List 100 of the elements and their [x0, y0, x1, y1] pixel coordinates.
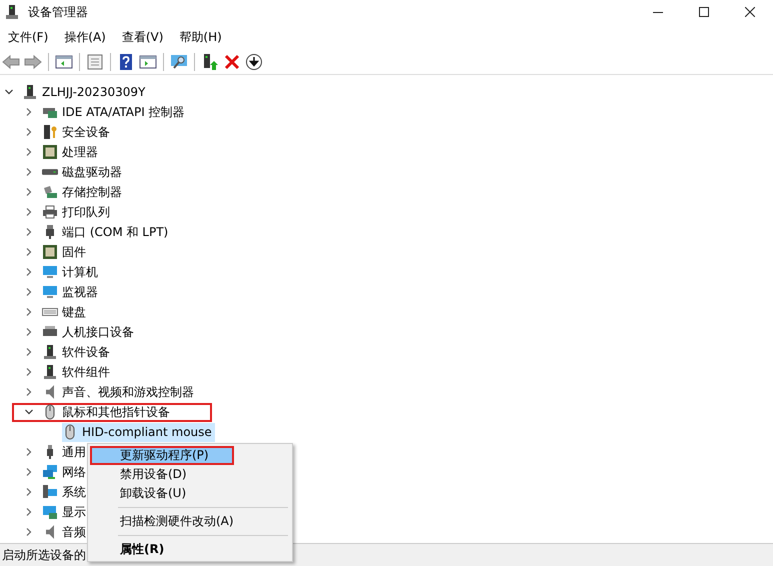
expand-chevron-icon[interactable]	[24, 467, 34, 477]
tree-item[interactable]: 计算机	[42, 262, 101, 282]
tree-item[interactable]: 鼠标和其他指针设备	[12, 402, 212, 422]
window-pane-icon[interactable]	[55, 53, 73, 71]
tree-item-label: 磁盘驱动器	[62, 164, 122, 180]
expand-chevron-icon[interactable]	[24, 307, 34, 317]
help-icon[interactable]	[117, 53, 135, 71]
tree-item[interactable]: 系统	[42, 482, 89, 502]
expand-chevron-icon[interactable]	[24, 347, 34, 357]
tree-item[interactable]: 显示	[42, 502, 89, 522]
window-title: 设备管理器	[28, 4, 88, 20]
expand-chevron-icon[interactable]	[24, 167, 34, 177]
tree-item[interactable]: 磁盘驱动器	[42, 162, 125, 182]
collapse-chevron-icon[interactable]	[4, 87, 14, 97]
tree-item[interactable]: 端口 (COM 和 LPT)	[42, 222, 172, 242]
tree-item-label: 键盘	[62, 304, 86, 320]
status-text: 启动所选设备的	[2, 546, 86, 564]
menu-item[interactable]: 帮助(H)	[173, 26, 228, 48]
tree-item[interactable]: 声音、视频和游戏控制器	[42, 382, 197, 402]
expand-chevron-icon[interactable]	[24, 527, 34, 537]
speaker-icon	[46, 385, 54, 399]
computer-tower-icon	[22, 84, 38, 100]
tree-item-label: 显示	[62, 504, 86, 520]
expand-chevron-icon[interactable]	[24, 187, 34, 197]
network-icon	[42, 464, 58, 480]
speaker-icon	[46, 525, 54, 539]
tree-item[interactable]: HID-compliant mouse	[62, 422, 215, 442]
back-arrow-icon[interactable]	[2, 53, 20, 71]
expand-chevron-icon[interactable]	[24, 127, 34, 137]
tree-item-label: 监视器	[62, 284, 98, 300]
tree-item[interactable]: ZLHJJ-20230309Y	[22, 82, 148, 102]
tree-item[interactable]: 键盘	[42, 302, 89, 322]
forward-arrow-icon[interactable]	[24, 53, 42, 71]
tree-item-label: 软件组件	[62, 364, 110, 380]
tree-item[interactable]: 监视器	[42, 282, 101, 302]
collapse-chevron-icon[interactable]	[24, 407, 34, 417]
tree-item-label: 鼠标和其他指针设备	[62, 404, 170, 420]
device-update-icon[interactable]	[201, 53, 219, 71]
expand-chevron-icon[interactable]	[24, 287, 34, 297]
tree-item-label: IDE ATA/ATAPI 控制器	[62, 104, 185, 120]
tree-item[interactable]: 固件	[42, 242, 89, 262]
tree-item-label: ZLHJJ-20230309Y	[42, 85, 146, 99]
context-menu-item[interactable]: 属性(R)	[90, 540, 290, 559]
storage-controller-icon	[42, 184, 58, 200]
expand-chevron-icon[interactable]	[24, 447, 34, 457]
properties-sheet-icon[interactable]	[86, 53, 104, 71]
computer-monitor-icon	[42, 484, 58, 500]
delete-icon[interactable]	[223, 53, 241, 71]
context-menu-item[interactable]: 禁用设备(D)	[90, 465, 290, 484]
keyboard-icon	[42, 308, 58, 316]
disk-drive-icon	[42, 169, 58, 175]
tree-item[interactable]: 软件设备	[42, 342, 113, 362]
tree-item-label: 端口 (COM 和 LPT)	[62, 224, 168, 240]
tree-item[interactable]: 网络	[42, 462, 89, 482]
tree-item[interactable]: 存储控制器	[42, 182, 125, 202]
expand-chevron-icon[interactable]	[24, 227, 34, 237]
tree-item-label: 处理器	[62, 144, 98, 160]
expand-chevron-icon[interactable]	[24, 487, 34, 497]
expand-chevron-icon[interactable]	[24, 207, 34, 217]
tree-item[interactable]: IDE ATA/ATAPI 控制器	[42, 102, 188, 122]
key-icon	[42, 124, 58, 140]
context-menu-item[interactable]: 扫描检测硬件改动(A)	[90, 512, 290, 531]
expand-chevron-icon[interactable]	[24, 387, 34, 397]
chip-icon	[42, 144, 58, 160]
tree-item-label: 网络	[62, 464, 86, 480]
tree-item-label: 软件设备	[62, 344, 110, 360]
tree-item-label: 存储控制器	[62, 184, 122, 200]
expand-chevron-icon[interactable]	[24, 247, 34, 257]
tree-item[interactable]: 人机接口设备	[42, 322, 137, 342]
tree-item-label: 计算机	[62, 264, 98, 280]
display-card-icon	[42, 504, 58, 520]
tree-item-label: 音频	[62, 524, 86, 540]
tree-item[interactable]: 通用	[42, 442, 89, 462]
computer-tower-icon	[4, 4, 20, 20]
expand-chevron-icon[interactable]	[24, 507, 34, 517]
menu-item[interactable]: 操作(A)	[58, 26, 112, 48]
window-pane-icon[interactable]	[139, 53, 157, 71]
expand-chevron-icon[interactable]	[24, 107, 34, 117]
scan-monitor-icon[interactable]	[170, 53, 188, 71]
tree-item[interactable]: 处理器	[42, 142, 101, 162]
tree-item[interactable]: 软件组件	[42, 362, 113, 382]
expand-chevron-icon[interactable]	[24, 367, 34, 377]
expand-chevron-icon[interactable]	[24, 327, 34, 337]
tree-item[interactable]: 打印队列	[42, 202, 113, 222]
context-menu-item[interactable]: 更新驱动程序(P)	[90, 446, 234, 465]
printer-icon	[42, 204, 58, 220]
computer-tower-icon	[42, 364, 58, 380]
tree-item[interactable]: 安全设备	[42, 122, 113, 142]
tree-item-label: 系统	[62, 484, 86, 500]
tree-item[interactable]: 音频	[42, 522, 89, 542]
download-circle-icon[interactable]	[245, 53, 263, 71]
menu-item[interactable]: 文件(F)	[2, 26, 54, 48]
tree-item-label: 声音、视频和游戏控制器	[62, 384, 194, 400]
maximize-icon[interactable]	[699, 7, 709, 17]
context-menu-item[interactable]: 卸载设备(U)	[90, 484, 290, 503]
close-icon[interactable]	[745, 7, 755, 17]
expand-chevron-icon[interactable]	[24, 267, 34, 277]
menu-item[interactable]: 查看(V)	[116, 26, 170, 48]
tree-item-label: HID-compliant mouse	[82, 425, 212, 439]
expand-chevron-icon[interactable]	[24, 147, 34, 157]
